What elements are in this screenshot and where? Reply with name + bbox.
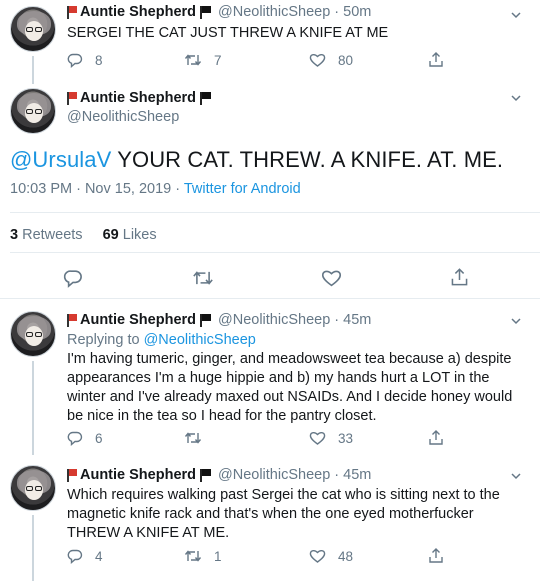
author-handle[interactable]: @NeolithicSheep [218, 4, 330, 20]
black-flag-icon [199, 5, 211, 19]
chevron-down-icon[interactable] [511, 93, 521, 103]
tweet-reply-2[interactable]: Auntie Shepherd @NeolithicSheep · 45m Wh… [0, 455, 540, 581]
avatar[interactable] [10, 465, 56, 511]
share-icon [451, 268, 468, 286]
like-count: 33 [338, 430, 354, 446]
chevron-down-icon[interactable] [511, 10, 521, 20]
author-name[interactable]: Auntie Shepherd @NeolithicSheep · 45m [67, 312, 371, 328]
thread-line [32, 515, 34, 581]
red-flag-icon [67, 468, 77, 482]
reply-icon [67, 53, 83, 68]
source-link[interactable]: Twitter for Android [184, 181, 301, 197]
black-flag-icon [199, 91, 211, 105]
reply-count: 8 [95, 52, 103, 68]
retweet-button[interactable] [184, 430, 214, 446]
reply-button[interactable]: 4 [67, 548, 103, 564]
thread-line [32, 361, 34, 455]
black-flag-icon [199, 313, 211, 327]
share-icon [429, 52, 443, 67]
author-name[interactable]: Auntie Shepherd @NeolithicSheep · 50m [67, 4, 371, 20]
retweet-icon [184, 432, 202, 444]
tweet-stats: 3 Retweets 69 Likes [10, 227, 157, 243]
tweet-time[interactable]: · 45m [334, 467, 371, 483]
share-button[interactable] [450, 267, 469, 287]
like-count: 80 [338, 52, 354, 68]
red-flag-icon [67, 5, 77, 19]
reply-button[interactable] [63, 268, 83, 288]
reply-to-link[interactable]: @NeolithicSheep [144, 332, 256, 348]
retweet-button[interactable] [192, 268, 214, 288]
like-button[interactable]: 48 [309, 548, 353, 564]
retweets-stat[interactable]: 3 Retweets [10, 227, 83, 243]
like-icon [321, 270, 342, 287]
author-handle[interactable]: @NeolithicSheep [67, 109, 179, 125]
divider [10, 252, 540, 253]
divider [10, 212, 540, 213]
share-icon [429, 430, 443, 445]
main-tweet-text: @UrsulaV YOUR CAT. THREW. A KNIFE. AT. M… [10, 147, 504, 172]
retweet-count: 7 [214, 52, 222, 68]
share-icon [429, 548, 443, 563]
author-name[interactable]: Auntie Shepherd [67, 90, 211, 106]
tweet-1[interactable]: Auntie Shepherd @NeolithicSheep · 50m SE… [0, 0, 540, 84]
tweet-text: I'm having tumeric, ginger, and meadowsw… [67, 351, 513, 424]
like-count: 48 [338, 548, 354, 564]
avatar[interactable] [10, 311, 56, 357]
retweet-icon [193, 271, 213, 285]
avatar[interactable] [10, 88, 56, 134]
reply-count: 6 [95, 430, 103, 446]
chevron-down-icon[interactable] [511, 471, 521, 481]
red-flag-icon [67, 313, 77, 327]
reply-count: 4 [95, 548, 103, 564]
retweet-icon [184, 54, 202, 66]
reply-button[interactable]: 8 [67, 52, 103, 68]
tweet-text: Which requires walking past Sergei the c… [67, 487, 500, 541]
share-button[interactable] [428, 51, 444, 68]
like-icon [309, 431, 326, 445]
author-handle[interactable]: @NeolithicSheep [218, 467, 330, 483]
tweet-time[interactable]: · 45m [334, 312, 371, 328]
like-button[interactable]: 80 [309, 52, 353, 68]
reply-icon [67, 431, 83, 446]
chevron-down-icon[interactable] [511, 316, 521, 326]
like-button[interactable]: 33 [309, 430, 353, 446]
like-icon [309, 549, 326, 563]
reply-icon [67, 549, 83, 564]
author-name[interactable]: Auntie Shepherd @NeolithicSheep · 45m [67, 467, 371, 483]
like-icon [309, 53, 326, 67]
red-flag-icon [67, 91, 77, 105]
retweet-count: 1 [214, 548, 222, 564]
tweet-text: SERGEI THE CAT JUST THREW A KNIFE AT ME [67, 25, 389, 41]
share-button[interactable] [428, 547, 444, 564]
retweet-icon [184, 550, 202, 562]
thread-line [32, 56, 34, 84]
share-button[interactable] [428, 429, 444, 446]
tweet-meta: 10:03 PM · Nov 15, 2019 · Twitter for An… [10, 181, 301, 197]
tweet-timestamp[interactable]: 10:03 PM · Nov 15, 2019 · [10, 181, 184, 197]
retweet-button[interactable]: 7 [184, 52, 222, 68]
mention-link[interactable]: @UrsulaV [10, 147, 111, 172]
author-handle[interactable]: @NeolithicSheep [218, 312, 330, 328]
like-button[interactable] [321, 268, 342, 288]
likes-stat[interactable]: 69 Likes [103, 227, 157, 243]
tweet-time[interactable]: · 50m [334, 4, 371, 20]
replying-to: Replying to @NeolithicSheep [67, 332, 256, 348]
retweet-button[interactable]: 1 [184, 548, 222, 564]
reply-button[interactable]: 6 [67, 430, 103, 446]
reply-icon [63, 270, 82, 288]
black-flag-icon [199, 468, 211, 482]
tweet-reply-1[interactable]: Auntie Shepherd @NeolithicSheep · 45m Re… [0, 299, 540, 455]
avatar[interactable] [10, 6, 56, 52]
